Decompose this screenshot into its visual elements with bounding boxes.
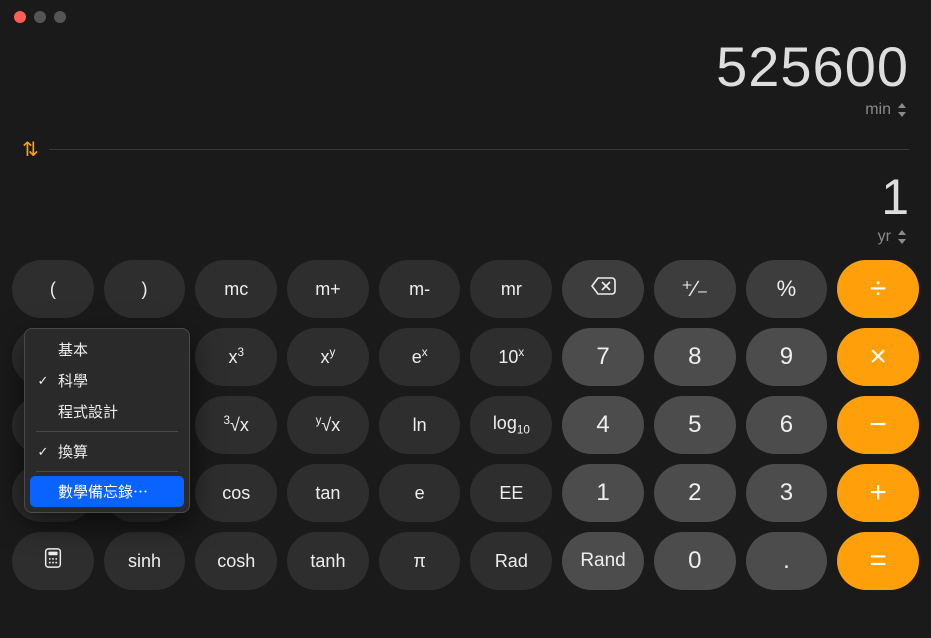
key-3[interactable]: 3	[746, 464, 828, 522]
secondary-unit-label: yr	[878, 228, 891, 246]
key-ee[interactable]: EE	[470, 464, 552, 522]
key-tan[interactable]: tan	[287, 464, 369, 522]
menu-separator	[36, 431, 178, 432]
key-tanh[interactable]: tanh	[287, 532, 369, 590]
window-zoom-button[interactable]	[54, 11, 66, 23]
key-10-power-x[interactable]: 10x	[470, 328, 552, 386]
key-e[interactable]: e	[379, 464, 461, 522]
calculator-icon	[42, 547, 64, 575]
key-minus[interactable]: −	[837, 396, 919, 454]
key-plus[interactable]: +	[837, 464, 919, 522]
window-titlebar	[0, 0, 931, 34]
key-plus-minus[interactable]: ⁺∕₋	[654, 260, 736, 318]
key-m-plus[interactable]: m+	[287, 260, 369, 318]
key-left-paren[interactable]: (	[12, 260, 94, 318]
key-right-paren[interactable]: )	[104, 260, 186, 318]
key-cos[interactable]: cos	[195, 464, 277, 522]
key-rand[interactable]: Rand	[562, 532, 644, 590]
secondary-display-value: 1	[0, 168, 931, 226]
key-cube-root[interactable]: 3√x	[195, 396, 277, 454]
display-area: 525600 min	[0, 34, 931, 127]
menu-separator	[36, 471, 178, 472]
key-rad[interactable]: Rad	[470, 532, 552, 590]
key-backspace[interactable]	[562, 260, 644, 318]
primary-display-value: 525600	[22, 34, 909, 99]
key-8[interactable]: 8	[654, 328, 736, 386]
key-sinh[interactable]: sinh	[104, 532, 186, 590]
conversion-divider: ⇅	[0, 127, 931, 168]
key-5[interactable]: 5	[654, 396, 736, 454]
key-1[interactable]: 1	[562, 464, 644, 522]
menu-label: 科學	[58, 370, 88, 391]
key-mr[interactable]: mr	[470, 260, 552, 318]
check-icon: ✓	[36, 444, 50, 460]
key-4[interactable]: 4	[562, 396, 644, 454]
primary-unit-label: min	[865, 101, 891, 119]
key-mc[interactable]: mc	[195, 260, 277, 318]
key-m-minus[interactable]: m-	[379, 260, 461, 318]
secondary-unit-selector[interactable]: yr	[878, 228, 909, 246]
mode-menu: 基本 ✓ 科學 程式設計 ✓ 換算 數學備忘錄⋯	[24, 328, 190, 513]
key-6[interactable]: 6	[746, 396, 828, 454]
check-icon: ✓	[36, 373, 50, 389]
key-x-power-y[interactable]: xy	[287, 328, 369, 386]
menu-label: 換算	[58, 441, 88, 462]
key-percent[interactable]: %	[746, 260, 828, 318]
key-9[interactable]: 9	[746, 328, 828, 386]
window-close-button[interactable]	[14, 11, 26, 23]
key-log10[interactable]: log10	[470, 396, 552, 454]
key-x-cubed[interactable]: x3	[195, 328, 277, 386]
menu-item-scientific[interactable]: ✓ 科學	[30, 365, 184, 396]
menu-label: 基本	[58, 339, 88, 360]
swap-icon[interactable]: ⇅	[22, 137, 39, 162]
key-decimal[interactable]: .	[746, 532, 828, 590]
menu-label: 數學備忘錄⋯	[58, 481, 148, 502]
menu-label: 程式設計	[58, 401, 118, 422]
key-equals[interactable]: =	[837, 532, 919, 590]
window-minimize-button[interactable]	[34, 11, 46, 23]
backspace-icon	[590, 276, 616, 302]
menu-item-basic[interactable]: 基本	[30, 334, 184, 365]
chevron-updown-icon	[895, 103, 909, 117]
key-7[interactable]: 7	[562, 328, 644, 386]
key-multiply[interactable]: ×	[837, 328, 919, 386]
key-2[interactable]: 2	[654, 464, 736, 522]
key-pi[interactable]: π	[379, 532, 461, 590]
divider-line	[49, 149, 909, 150]
key-cosh[interactable]: cosh	[195, 532, 277, 590]
key-divide[interactable]: ÷	[837, 260, 919, 318]
key-e-power-x[interactable]: ex	[379, 328, 461, 386]
menu-item-math-notes[interactable]: 數學備忘錄⋯	[30, 476, 184, 507]
key-ln[interactable]: ln	[379, 396, 461, 454]
chevron-updown-icon	[895, 230, 909, 244]
key-mode-selector[interactable]	[12, 532, 94, 590]
menu-item-convert[interactable]: ✓ 換算	[30, 436, 184, 467]
primary-unit-selector[interactable]: min	[865, 101, 909, 119]
key-0[interactable]: 0	[654, 532, 736, 590]
key-y-root[interactable]: y√x	[287, 396, 369, 454]
menu-item-programmer[interactable]: 程式設計	[30, 396, 184, 427]
